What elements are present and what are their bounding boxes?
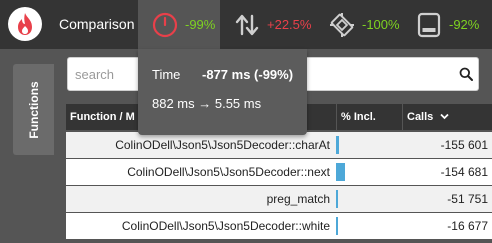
memory-icon — [414, 10, 444, 40]
calls-value: -16 677 — [447, 219, 488, 233]
function-name: ColinODell\Json5\Json5Decoder::white — [121, 219, 330, 233]
metric-time[interactable]: -99% — [138, 0, 220, 49]
timer-icon — [150, 10, 180, 40]
metric-cpu[interactable]: -100% — [327, 0, 407, 49]
top-bar: Comparison -99% +22.5% -100% -92% — [0, 0, 492, 49]
incl-cell — [336, 159, 400, 185]
metric-memory-value: -92% — [449, 17, 480, 32]
column-calls[interactable]: Calls — [402, 104, 492, 130]
incl-cell — [336, 132, 400, 158]
metric-memory[interactable]: -92% — [414, 0, 492, 49]
table-row[interactable]: preg_match -51 751 — [66, 186, 492, 212]
flame-logo-icon[interactable] — [8, 7, 42, 41]
incl-bar — [336, 136, 339, 154]
up-down-arrows-icon — [232, 10, 262, 40]
column-calls-label: Calls — [407, 111, 434, 123]
incl-bar — [336, 190, 338, 208]
tooltip-range: 882 ms → 5.55 ms — [152, 96, 262, 111]
search-icon — [459, 67, 473, 81]
metric-io[interactable]: +22.5% — [232, 0, 322, 49]
comparison-title[interactable]: Comparison — [59, 16, 134, 32]
table-row[interactable]: ColinODell\Json5\Json5Decoder::next -154… — [66, 159, 492, 185]
calls-value: -155 601 — [440, 138, 488, 152]
incl-cell — [336, 186, 400, 212]
tooltip-diff: -877 ms (-99%) — [202, 67, 294, 82]
cpu-chip-icon — [327, 10, 357, 40]
metric-time-value: -99% — [185, 17, 216, 32]
function-name: ColinODell\Json5\Json5Decoder::charAt — [115, 138, 330, 152]
time-tooltip: Time -877 ms (-99%) 882 ms → 5.55 ms — [138, 49, 307, 135]
tooltip-time-row: Time -877 ms (-99%) — [152, 67, 293, 82]
calls-value: -154 681 — [440, 165, 488, 179]
column-incl[interactable]: % Incl. — [336, 104, 402, 130]
sort-chevron-down-icon — [440, 113, 449, 120]
table-row[interactable]: ColinODell\Json5\Json5Decoder::white -16… — [66, 213, 492, 239]
incl-bar — [336, 217, 338, 235]
tooltip-label: Time — [152, 67, 181, 82]
metric-cpu-value: -100% — [362, 17, 400, 32]
tab-functions-label: Functions — [26, 80, 41, 139]
search-button[interactable] — [454, 57, 479, 91]
table-row[interactable]: ColinODell\Json5\Json5Decoder::charAt -1… — [66, 132, 492, 158]
tab-functions[interactable]: Functions — [13, 64, 54, 155]
incl-bar — [336, 163, 345, 181]
incl-cell — [336, 213, 400, 239]
function-name: preg_match — [266, 192, 330, 206]
function-name: ColinODell\Json5\Json5Decoder::next — [127, 165, 330, 179]
calls-value: -51 751 — [447, 192, 488, 206]
metric-io-value: +22.5% — [267, 17, 312, 32]
